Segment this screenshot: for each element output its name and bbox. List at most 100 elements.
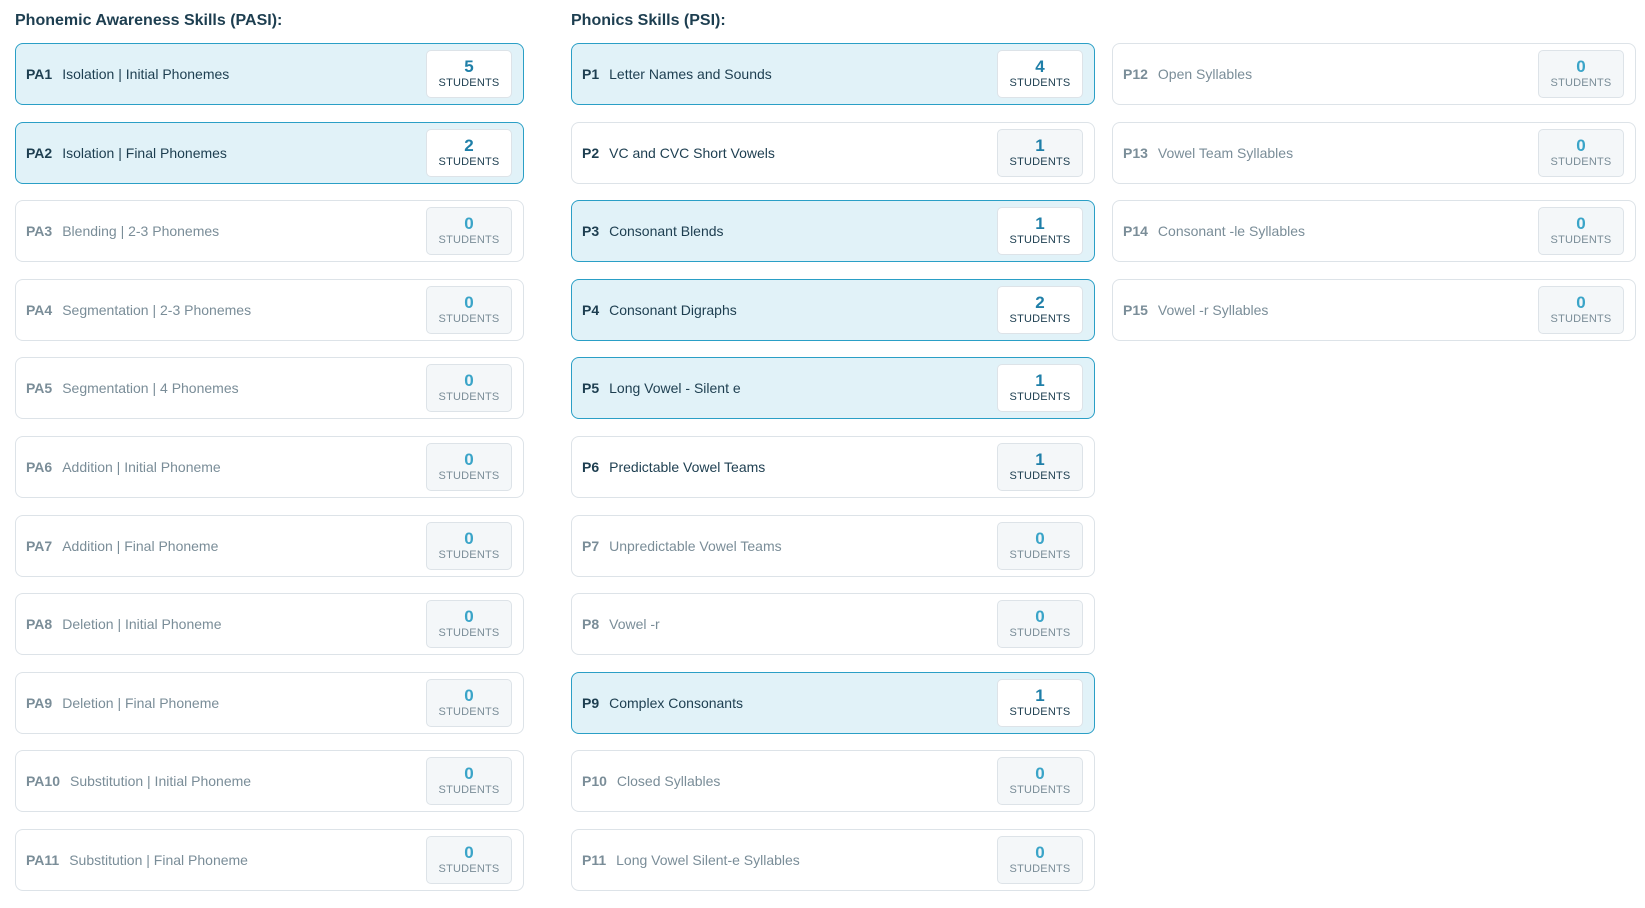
student-count-badge[interactable]: 0 STUDENTS (997, 600, 1083, 649)
student-count-badge[interactable]: 2 STUDENTS (426, 128, 512, 177)
skill-name: Substitution | Final Phoneme (69, 851, 248, 868)
skill-name: Substitution | Initial Phoneme (69, 773, 252, 790)
skill-card-pa1[interactable]: PA1 Isolation | Initial Phonemes 5 STUDENTS (15, 43, 524, 105)
student-count-label: STUDENTS (438, 391, 500, 404)
skill-card-p4[interactable]: P4 Consonant Digraphs 2 STUDENTS (571, 278, 1095, 341)
skill-card-p14[interactable]: P14 Consonant -le Syllables 0 STUDENTS (1112, 200, 1636, 263)
skill-name: Isolation | Final Phonemes (62, 144, 227, 161)
skill-code: PA10 (26, 773, 60, 790)
student-count: 1 (1035, 135, 1045, 155)
skill-code: P5 (582, 380, 600, 397)
student-count: 0 (1576, 292, 1586, 312)
skill-code: P4 (582, 301, 600, 318)
student-count: 1 (1035, 685, 1045, 705)
skill-card-p9[interactable]: P9 Complex Consonants 1 STUDENTS (571, 671, 1095, 734)
skill-card-p11[interactable]: P11 Long Vowel Silent-e Syllables 0 STUDENT… (571, 828, 1095, 891)
student-count-badge[interactable]: 0 STUDENTS (1538, 50, 1624, 98)
skill-card-p5[interactable]: P5 Long Vowel - Silent e 1 STUDENTS (571, 357, 1095, 420)
skill-name: Segmentation | 4 Phonemes (62, 380, 239, 397)
student-count-label: STUDENTS (438, 705, 500, 718)
student-count-badge[interactable]: 0 STUDENTS (1538, 285, 1624, 334)
skill-card-p7[interactable]: P7 Unpredictable Vowel Teams 0 STUDENTS (571, 514, 1095, 577)
skill-card-p2[interactable]: P2 VC and CVC Short Vowels 1 STUDENTS (571, 121, 1095, 184)
skill-name: Blending | 2-3 Phonemes (62, 223, 220, 240)
student-count: 1 (1035, 214, 1045, 234)
student-count-badge[interactable]: 4 STUDENTS (997, 50, 1083, 98)
student-count-badge[interactable]: 5 STUDENTS (426, 50, 512, 98)
skill-code: PA4 (26, 301, 53, 318)
skill-code: PA6 (26, 458, 53, 475)
skill-card-pa9[interactable]: PA9 Deletion | Final Phoneme 0 STUDENTS (15, 671, 524, 734)
student-count: 1 (1035, 449, 1045, 469)
skill-code: PA3 (26, 223, 53, 240)
skill-card-p8[interactable]: P8 Vowel -r 0 STUDENTS (571, 593, 1095, 656)
student-count-badge[interactable]: 1 STUDENTS (997, 207, 1083, 256)
student-count-badge[interactable]: 0 STUDENTS (997, 521, 1083, 570)
student-count-badge[interactable]: 1 STUDENTS (997, 364, 1083, 413)
skill-card-p15[interactable]: P15 Vowel -r Syllables 0 STUDENTS (1112, 278, 1636, 341)
student-count-badge[interactable]: 0 STUDENTS (997, 757, 1083, 806)
student-count-label: STUDENTS (438, 862, 500, 875)
student-count: 0 (464, 214, 474, 234)
student-count-badge[interactable]: 0 STUDENTS (426, 521, 512, 570)
skill-code: PA5 (26, 380, 53, 397)
skill-name: Consonant Blends (609, 223, 724, 240)
psi-section-title: Phonics Skills (PSI): (571, 12, 726, 29)
skill-code: P15 (1123, 301, 1148, 318)
student-count-badge[interactable]: 0 STUDENTS (997, 835, 1083, 884)
student-count-label: STUDENTS (1009, 469, 1071, 482)
student-count-badge[interactable]: 2 STUDENTS (997, 285, 1083, 334)
student-count: 0 (1576, 214, 1586, 234)
student-count-label: STUDENTS (1009, 784, 1071, 797)
student-count-badge[interactable]: 1 STUDENTS (997, 678, 1083, 727)
skill-name: VC and CVC Short Vowels (609, 144, 775, 161)
skill-card-pa2[interactable]: PA2 Isolation | Final Phonemes 2 STUDENTS (15, 121, 524, 184)
student-count: 0 (1035, 842, 1045, 862)
student-count-badge[interactable]: 0 STUDENTS (426, 364, 512, 413)
skill-name: Deletion | Final Phoneme (62, 694, 220, 711)
student-count-label: STUDENTS (1009, 862, 1071, 875)
student-count-badge[interactable]: 0 STUDENTS (426, 835, 512, 884)
student-count-badge[interactable]: 1 STUDENTS (997, 128, 1083, 177)
student-count: 0 (464, 449, 474, 469)
skill-name: Consonant Digraphs (609, 301, 737, 318)
skill-card-pa5[interactable]: PA5 Segmentation | 4 Phonemes 0 STUDENTS (15, 357, 524, 420)
student-count-label: STUDENTS (438, 312, 500, 325)
student-count-badge[interactable]: 1 STUDENTS (997, 442, 1083, 491)
skill-code: PA7 (26, 537, 53, 554)
student-count: 0 (1576, 135, 1586, 155)
student-count: 0 (1035, 607, 1045, 627)
student-count-badge[interactable]: 0 STUDENTS (426, 285, 512, 334)
skill-card-p6[interactable]: P6 Predictable Vowel Teams 1 STUDENTS (571, 435, 1095, 498)
skill-card-pa6[interactable]: PA6 Addition | Initial Phoneme 0 STUDENTS (15, 435, 524, 498)
student-count-label: STUDENTS (438, 548, 500, 561)
skill-card-p12[interactable]: P12 Open Syllables 0 STUDENTS (1112, 43, 1636, 105)
student-count-badge[interactable]: 0 STUDENTS (426, 207, 512, 256)
skill-name: Addition | Initial Phoneme (62, 458, 221, 475)
skill-card-p10[interactable]: P10 Closed Syllables 0 STUDENTS (571, 750, 1095, 813)
student-count-badge[interactable]: 0 STUDENTS (426, 678, 512, 727)
student-count-label: STUDENTS (438, 155, 500, 168)
psi-skill-list-2: P12 Open Syllables 0 STUDENTS P13 Vowel Team … (1112, 43, 1636, 357)
skill-name: Closed Syllables (616, 773, 721, 790)
skill-card-pa10[interactable]: PA10 Substitution | Initial Phoneme 0 STUDE… (15, 750, 524, 813)
skill-card-pa7[interactable]: PA7 Addition | Final Phoneme 0 STUDENTS (15, 514, 524, 577)
skill-card-p1[interactable]: P1 Letter Names and Sounds 4 STUDENTS (571, 43, 1095, 105)
student-count-badge[interactable]: 0 STUDENTS (426, 600, 512, 649)
skill-card-pa3[interactable]: PA3 Blending | 2-3 Phonemes 0 STUDENTS (15, 200, 524, 263)
student-count: 0 (464, 842, 474, 862)
student-count: 1 (1035, 371, 1045, 391)
student-count-badge[interactable]: 0 STUDENTS (1538, 128, 1624, 177)
skill-card-pa4[interactable]: PA4 Segmentation | 2-3 Phonemes 0 STUDENTS (15, 278, 524, 341)
skill-card-pa8[interactable]: PA8 Deletion | Initial Phoneme 0 STUDENTS (15, 593, 524, 656)
psi-skill-list-1: P1 Letter Names and Sounds 4 STUDENTS P2 VC a… (571, 43, 1095, 908)
student-count-label: STUDENTS (438, 469, 500, 482)
skill-card-p13[interactable]: P13 Vowel Team Syllables 0 STUDENTS (1112, 121, 1636, 184)
student-count-badge[interactable]: 0 STUDENTS (1538, 207, 1624, 256)
skill-card-p3[interactable]: P3 Consonant Blends 1 STUDENTS (571, 200, 1095, 263)
skill-card-pa11[interactable]: PA11 Substitution | Final Phoneme 0 STUDENT… (15, 828, 524, 891)
student-count-badge[interactable]: 0 STUDENTS (426, 442, 512, 491)
skill-code: P1 (582, 66, 600, 82)
student-count-badge[interactable]: 0 STUDENTS (426, 757, 512, 806)
skill-name: Vowel Team Syllables (1157, 144, 1294, 161)
